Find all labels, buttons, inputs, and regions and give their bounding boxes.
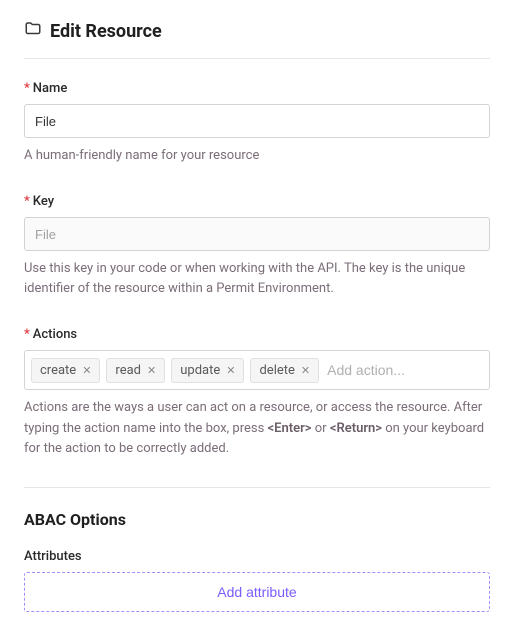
field-key: *Key Use this key in your code or when w… xyxy=(24,194,490,299)
close-icon[interactable]: ✕ xyxy=(301,365,310,376)
required-mark: * xyxy=(24,327,30,342)
close-icon[interactable]: ✕ xyxy=(226,365,235,376)
name-label: *Name xyxy=(24,81,490,96)
page-title: Edit Resource xyxy=(50,21,162,42)
action-tag-label: read xyxy=(115,363,141,378)
required-mark: * xyxy=(24,81,30,96)
name-help: A human-friendly name for your resource xyxy=(24,146,490,166)
divider xyxy=(24,487,490,488)
required-mark: * xyxy=(24,194,30,209)
action-tag[interactable]: delete ✕ xyxy=(250,358,319,383)
action-tag-label: delete xyxy=(259,363,294,378)
add-attribute-button[interactable]: Add attribute xyxy=(24,572,490,612)
divider xyxy=(24,58,490,59)
actions-label-text: Actions xyxy=(33,327,77,342)
actions-help: Actions are the ways a user can act on a… xyxy=(24,398,490,458)
key-input[interactable] xyxy=(24,217,490,251)
key-help: Use this key in your code or when workin… xyxy=(24,259,490,299)
attributes-label: Attributes xyxy=(24,549,490,564)
action-tag[interactable]: update ✕ xyxy=(171,358,244,383)
key-label-text: Key xyxy=(33,194,54,209)
actions-label: *Actions xyxy=(24,327,490,342)
actions-input[interactable] xyxy=(325,358,483,382)
close-icon[interactable]: ✕ xyxy=(82,365,91,376)
name-input[interactable] xyxy=(24,104,490,138)
actions-tags-container[interactable]: create ✕ read ✕ update ✕ delete ✕ xyxy=(24,350,490,390)
action-tag-label: update xyxy=(180,363,220,378)
abac-title: ABAC Options xyxy=(24,510,490,529)
field-name: *Name A human-friendly name for your res… xyxy=(24,81,490,166)
name-label-text: Name xyxy=(33,81,68,96)
action-tag[interactable]: create ✕ xyxy=(31,358,100,383)
page-header: Edit Resource xyxy=(24,20,490,42)
key-label: *Key xyxy=(24,194,490,209)
action-tag-label: create xyxy=(40,363,76,378)
action-tag[interactable]: read ✕ xyxy=(106,358,165,383)
close-icon[interactable]: ✕ xyxy=(147,365,156,376)
folder-icon xyxy=(24,20,42,42)
field-actions: *Actions create ✕ read ✕ update ✕ delete… xyxy=(24,327,490,458)
